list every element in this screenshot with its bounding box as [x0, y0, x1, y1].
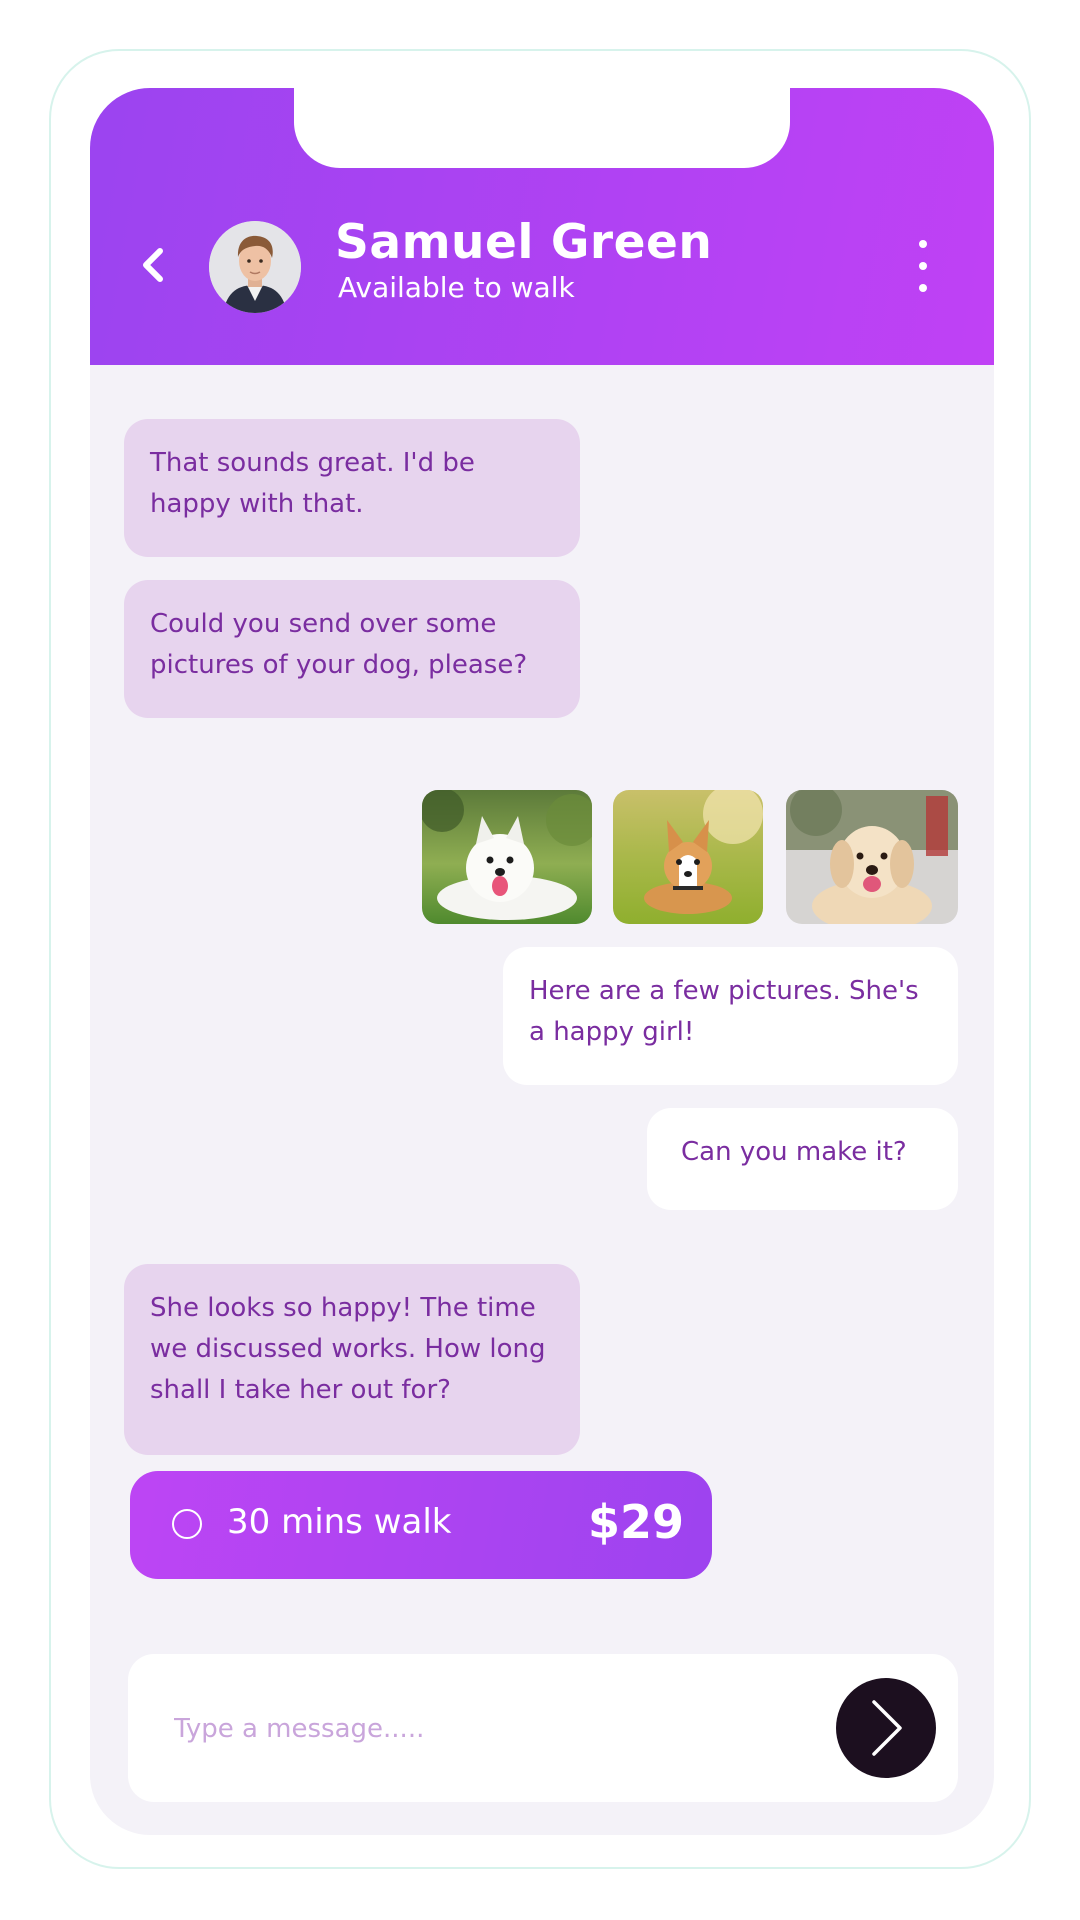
- golden-retriever-dog-photo: [786, 790, 958, 924]
- contact-name: Samuel Green: [335, 215, 713, 270]
- contact-avatar[interactable]: [209, 221, 301, 313]
- white-spitz-dog-photo: [422, 790, 592, 924]
- walk-offer-option[interactable]: 30 mins walk $29: [130, 1471, 712, 1579]
- phone-notch: [294, 88, 790, 168]
- chevron-right-icon: [872, 1700, 902, 1756]
- person-portrait-icon: [209, 221, 301, 313]
- offer-radio-button[interactable]: [172, 1509, 202, 1539]
- offer-price: $29: [587, 1495, 684, 1549]
- back-button[interactable]: [130, 242, 176, 288]
- dog-photo-spitz[interactable]: [422, 790, 592, 924]
- outgoing-message: Here are a few pictures. She's a happy g…: [503, 947, 958, 1085]
- more-options-button[interactable]: [908, 240, 938, 292]
- send-button[interactable]: [836, 1678, 936, 1778]
- message-composer: [128, 1654, 958, 1802]
- dog-photo-corgi[interactable]: [613, 790, 763, 924]
- incoming-message: Could you send over some pictures of you…: [124, 580, 580, 718]
- outgoing-message: Can you make it?: [647, 1108, 958, 1210]
- corgi-dog-photo: [613, 790, 763, 924]
- offer-label: 30 mins walk: [227, 1502, 452, 1542]
- contact-status: Available to walk: [338, 271, 575, 304]
- message-input[interactable]: [172, 1698, 776, 1760]
- more-vertical-icon: [919, 240, 927, 248]
- chevron-left-icon: [143, 248, 163, 282]
- incoming-message: That sounds great. I'd be happy with tha…: [124, 419, 580, 557]
- incoming-message: She looks so happy! The time we discusse…: [124, 1264, 580, 1455]
- chat-header: Samuel Green Available to walk: [90, 88, 994, 365]
- dog-photo-golden-retriever[interactable]: [786, 790, 958, 924]
- chat-screen: Samuel Green Available to walk That soun…: [90, 88, 994, 1835]
